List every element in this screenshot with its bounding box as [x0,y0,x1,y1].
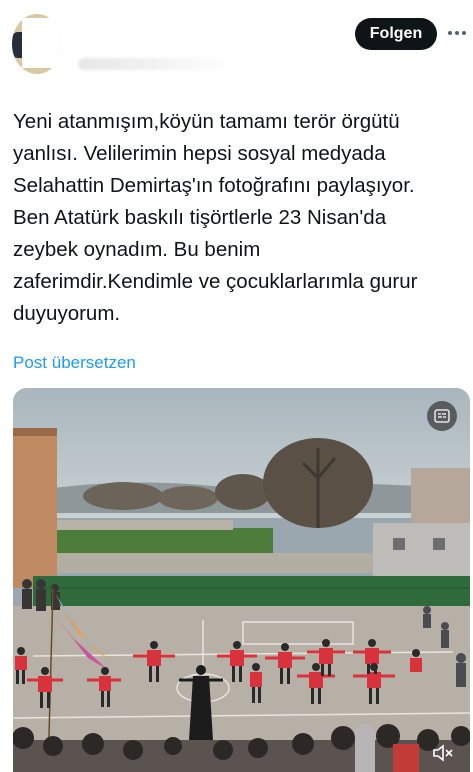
tweet-text-line: yanlısı. Velilerimin hepsi sosyal medyad… [13,142,386,165]
tweet-text: Yeni atanmışım,köyün tamamı terör örgütü… [13,106,468,330]
tweet-text-line: Selahattin Demirtaş'ın fotoğrafını payla… [13,174,415,197]
avatar[interactable] [12,14,62,74]
follow-button[interactable]: Folgen [355,18,437,50]
speaker-muted-icon[interactable] [431,742,455,764]
gif-subtitle-icon[interactable] [427,401,457,431]
tweet-text-line: Yeni atanmışım,köyün tamamı terör örgütü [13,110,400,133]
middle-wall [53,553,373,573]
tweet-text-line: zaferimdir.Kendimle ve çocuklarlarımla g… [13,270,418,293]
tweet-text-line: Ben Atatürk baskılı tişörtlerle 23 Nisan… [13,206,387,229]
more-dots-icon[interactable] [446,22,468,44]
green-fence [33,576,470,606]
right-building-upper [411,468,470,528]
back-wall [53,520,233,530]
avatar-redaction [22,18,62,68]
left-building [13,428,57,588]
tweet-header: Folgen [0,0,473,80]
tweet-text-line: zeybek oynadım. Bu benim [13,238,261,261]
right-building [373,523,470,578]
tweet-text-line: duyuyorum. [13,302,121,325]
tweet-video[interactable] [13,388,470,772]
video-frame [13,388,470,772]
translate-post-link[interactable]: Post übersetzen [13,353,136,373]
author-name-redacted [78,58,228,70]
